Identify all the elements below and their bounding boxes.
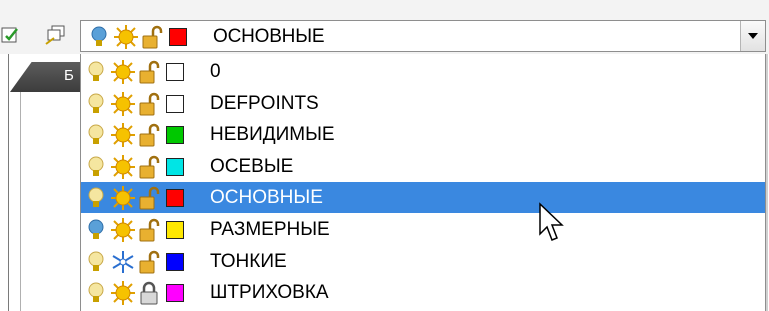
unlock-icon[interactable] [136,217,162,243]
sun-icon[interactable] [110,185,136,211]
lightbulb-on-icon[interactable] [84,217,110,243]
chevron-down-icon [748,33,758,39]
layer-state-icon[interactable] [0,24,22,46]
combo-selected-layer: ОСНОВНЫЕ [213,26,325,47]
unlock-icon[interactable] [136,91,162,117]
unlock-icon[interactable] [139,24,165,50]
lightbulb-off-icon[interactable] [84,185,110,211]
layer-color-swatch[interactable] [166,94,184,113]
layer-state-icons [84,185,184,211]
lightbulb-off-icon[interactable] [84,122,110,148]
layer-combobox[interactable]: ОСНОВНЫЕ [80,20,766,52]
lock-icon[interactable] [136,280,162,306]
combo-layer-icons [87,25,187,49]
sun-icon[interactable] [110,154,136,180]
layer-name: ОСЕВЫЕ [210,155,294,177]
layer-name: 0 [210,61,221,82]
layer-name: ШТРИХОВКА [210,282,329,304]
layer-color-swatch[interactable] [166,284,184,303]
sun-icon[interactable] [113,24,139,50]
unlock-icon[interactable] [136,249,162,275]
layer-list-item[interactable]: ШТРИХОВКА [81,277,765,308]
panel-tab-label: Б [64,67,74,84]
panel-inner-border [20,92,21,311]
layer-state-icons [84,217,184,243]
unlock-icon[interactable] [136,122,162,148]
lightbulb-off-icon[interactable] [84,249,110,275]
layer-state-icons [84,280,184,306]
sun-icon[interactable] [110,122,136,148]
layer-state-icons [84,154,184,180]
sun-icon[interactable] [110,91,136,117]
panel-border [8,54,9,311]
layer-state-icons [84,249,184,275]
sun-icon[interactable] [110,217,136,243]
layer-name: ТОНКИЕ [210,250,287,272]
layer-state-icons [84,91,184,117]
layer-color-swatch[interactable] [166,189,184,208]
lightbulb-off-icon[interactable] [84,154,110,180]
unlock-icon[interactable] [136,185,162,211]
sun-icon[interactable] [110,59,136,85]
layer-list-item[interactable]: ОСЕВЫЕ [81,151,765,182]
layer-color-swatch[interactable] [166,63,184,81]
layer-list-item[interactable]: РАЗМЕРНЫЕ [81,214,765,245]
layer-color-swatch[interactable] [166,221,184,239]
layer-list-item[interactable]: НЕВИДИМЫЕ [81,119,765,150]
layer-properties-icon[interactable] [44,24,66,46]
lightbulb-off-icon[interactable] [84,280,110,306]
layer-list-item[interactable]: 0 [81,56,765,87]
panel-right-border [766,54,768,311]
mouse-cursor-icon [539,202,564,241]
lightbulb-off-icon[interactable] [84,59,110,85]
snowflake-icon[interactable] [110,249,136,275]
combo-color-swatch [169,28,187,46]
layer-state-icons [84,59,184,85]
combo-dropdown-button[interactable] [740,21,765,51]
layer-state-icons [84,122,184,148]
layer-color-swatch[interactable] [166,157,184,176]
layer-name: НЕВИДИМЫЕ [210,124,335,146]
layer-name: РАЗМЕРНЫЕ [210,219,330,240]
lightbulb-off-icon[interactable] [84,91,110,117]
layer-list-item[interactable]: DEFPOINTS [81,88,765,119]
layer-list-item[interactable]: ОСНОВНЫЕ [81,182,765,214]
unlock-icon[interactable] [136,154,162,180]
sun-icon[interactable] [110,280,136,306]
layer-name: ОСНОВНЫЕ [210,187,323,209]
unlock-icon[interactable] [136,59,162,85]
layer-color-swatch[interactable] [166,252,184,271]
lightbulb-on-icon[interactable] [87,24,113,50]
layer-list-item[interactable]: ТОНКИЕ [81,246,765,277]
layer-name: DEFPOINTS [210,92,319,114]
layer-dropdown-list[interactable]: 0 DEFPOINTS НЕВИДИМЫЕ ОСЕВЫЕ ОСНОВНЫЕ РА… [80,54,766,311]
layer-color-swatch[interactable] [166,126,184,145]
